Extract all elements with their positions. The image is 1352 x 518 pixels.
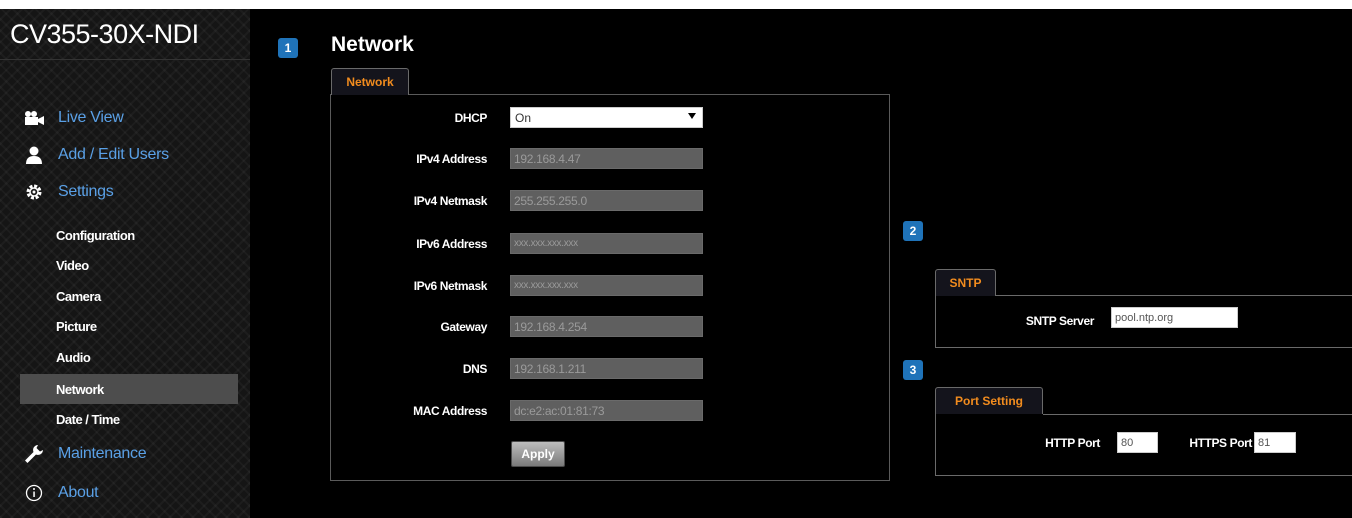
https-port-label: HTTPS Port (1189, 436, 1252, 450)
chevron-down-icon (688, 113, 696, 119)
gateway-label: Gateway (440, 320, 487, 334)
divider (935, 296, 936, 347)
sidebar-item-add-edit-users[interactable]: Add / Edit Users (22, 140, 169, 170)
divider (935, 347, 1352, 348)
sidebar-item-label: Live View (58, 109, 124, 126)
callout-badge-3: 3 (903, 360, 923, 380)
ipv4-netmask-label: IPv4 Netmask (413, 194, 488, 208)
apply-button[interactable]: Apply (511, 441, 565, 467)
app-title: CV355-30X-NDI (10, 19, 199, 49)
gear-icon (22, 181, 46, 203)
tab-network[interactable]: Network (331, 68, 409, 95)
divider (935, 475, 1352, 476)
tab-port-setting[interactable]: Port Setting (935, 387, 1043, 414)
ipv4-netmask-field[interactable]: 255.255.255.0 (510, 190, 703, 211)
http-port-field[interactable]: 80 (1117, 432, 1158, 453)
mac-address-label: MAC Address (413, 404, 487, 418)
sidebar-subitem-date-time[interactable]: Date / Time (20, 404, 238, 434)
sidebar-subitem-audio[interactable]: Audio (20, 342, 238, 372)
ipv6-netmask-label: IPv6 Netmask (413, 279, 488, 293)
callout-badge-2: 2 (903, 221, 923, 241)
dhcp-value: On (515, 110, 532, 125)
sntp-server-label: SNTP Server (1025, 314, 1094, 328)
sidebar-subitem-video[interactable]: Video (20, 250, 238, 280)
sidebar-item-about[interactable]: About (22, 478, 99, 508)
gateway-field[interactable]: 192.168.4.254 (510, 316, 703, 337)
mac-address-field[interactable]: dc:e2:ac:01:81:73 (510, 400, 703, 421)
callout-badge-1: 1 (278, 38, 298, 58)
divider (996, 295, 1352, 296)
page-title: Network (331, 33, 414, 56)
divider (0, 59, 250, 60)
ipv6-netmask-field[interactable]: xxx.xxx.xxx.xxx (510, 275, 703, 296)
sidebar-item-label: About (58, 484, 99, 501)
sidebar-item-live-view[interactable]: Live View (22, 103, 124, 133)
camera-icon (22, 107, 46, 129)
http-port-label: HTTP Port (1045, 436, 1100, 450)
app-frame: CV355-30X-NDI Live View Add / Edit Users… (0, 9, 1352, 518)
dhcp-label: DHCP (454, 111, 488, 125)
dns-field[interactable]: 192.168.1.211 (510, 358, 703, 379)
sntp-server-field[interactable]: pool.ntp.org (1111, 307, 1238, 328)
sidebar-item-label: Add / Edit Users (58, 146, 169, 163)
sidebar-item-label: Maintenance (58, 445, 147, 462)
tab-sntp[interactable]: SNTP (935, 269, 996, 296)
ipv4-address-label: IPv4 Address (416, 152, 487, 166)
sidebar-subitem-configuration[interactable]: Configuration (20, 220, 238, 250)
sidebar-subitem-camera[interactable]: Camera (20, 281, 238, 311)
sidebar-item-settings[interactable]: Settings (22, 177, 114, 207)
user-icon (22, 144, 46, 166)
sidebar-item-maintenance[interactable]: Maintenance (22, 439, 147, 469)
https-port-field[interactable]: 81 (1254, 432, 1296, 453)
wrench-icon (22, 443, 46, 465)
ipv6-address-label: IPv6 Address (416, 237, 487, 251)
sidebar: CV355-30X-NDI Live View Add / Edit Users… (0, 9, 250, 518)
divider (935, 414, 936, 475)
ipv4-address-field[interactable]: 192.168.4.47 (510, 148, 703, 169)
dhcp-select[interactable]: On (510, 107, 703, 128)
info-icon (22, 482, 46, 504)
sidebar-item-label: Settings (58, 183, 114, 200)
ipv6-address-field[interactable]: xxx.xxx.xxx.xxx (510, 233, 703, 254)
sidebar-subitem-picture[interactable]: Picture (20, 311, 238, 341)
dns-label: DNS (462, 362, 488, 376)
sidebar-subitem-network[interactable]: Network (20, 374, 238, 404)
divider (1043, 414, 1352, 415)
